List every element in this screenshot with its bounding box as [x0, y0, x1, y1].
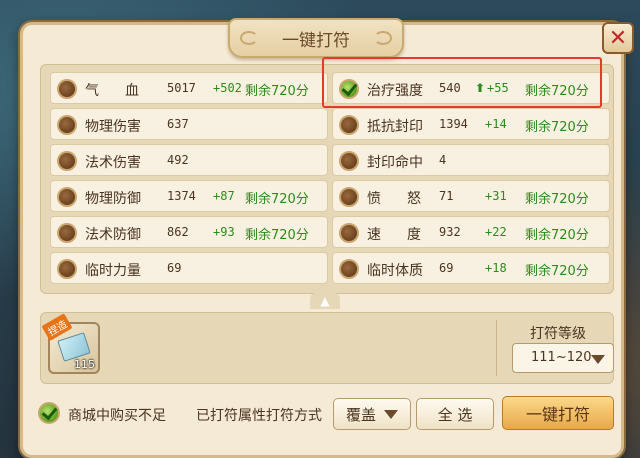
swirl-ornament-icon: [240, 31, 258, 45]
chevron-down-icon: [591, 355, 605, 364]
swirl-ornament-icon: [374, 31, 392, 45]
stat-value: 637: [167, 117, 189, 131]
stat-increase: +22: [485, 225, 507, 239]
stat-name: 速度: [367, 227, 447, 243]
stat-name: 临时力量: [85, 263, 141, 279]
chevron-up-icon: ▲: [320, 294, 330, 308]
stat-remaining: 剩余720分: [245, 228, 309, 243]
dialog-title: 一键打符: [282, 30, 350, 51]
stat-row-temp-str[interactable]: 临时力量 69: [50, 252, 328, 284]
stat-row-magic-def[interactable]: 法术防御 862 +93 剩余720分: [50, 216, 328, 248]
method-label: 已打符属性打符方式: [196, 408, 322, 424]
stat-row-magic-dmg[interactable]: 法术伤害 492: [50, 144, 328, 176]
stat-name: 气血: [85, 83, 165, 99]
stat-radio[interactable]: [57, 115, 77, 135]
divider: [496, 320, 497, 376]
stat-radio[interactable]: [339, 187, 359, 207]
stat-name: 物理伤害: [85, 119, 141, 135]
chevron-down-icon: [384, 409, 398, 419]
stat-increase: +93: [213, 225, 235, 239]
one-click-talisman-button[interactable]: 一键打符: [502, 396, 614, 430]
collapse-toggle[interactable]: ▲: [310, 293, 340, 309]
stat-name: 法术伤害: [85, 155, 141, 171]
stat-value: 1374: [167, 189, 196, 203]
stat-name: 抵抗封印: [367, 119, 423, 135]
stat-remaining: 剩余720分: [525, 228, 589, 243]
stat-increase: +14: [485, 117, 507, 131]
stat-radio[interactable]: [339, 115, 359, 135]
stat-row-rage[interactable]: 愤怒 71 +31 剩余720分: [332, 180, 610, 212]
stat-radio[interactable]: [339, 223, 359, 243]
stat-name: 法术防御: [85, 227, 141, 243]
stat-radio[interactable]: [339, 151, 359, 171]
method-value: 覆盖: [345, 405, 376, 424]
stat-row-seal-hit[interactable]: 封印命中 4: [332, 144, 610, 176]
stat-value: 71: [439, 189, 454, 203]
method-dropdown[interactable]: 覆盖: [333, 398, 411, 430]
select-all-label: 全 选: [437, 405, 473, 424]
stat-remaining: 剩余720分: [245, 192, 309, 207]
stat-row-phys-def[interactable]: 物理防御 1374 +87 剩余720分: [50, 180, 328, 212]
select-all-button[interactable]: 全 选: [416, 398, 494, 430]
level-dropdown[interactable]: 111~120: [512, 343, 614, 373]
stat-radio[interactable]: [57, 187, 77, 207]
stat-value: 492: [167, 153, 189, 167]
shop-buy-checkbox[interactable]: [38, 402, 60, 424]
stat-remaining: 剩余720分: [245, 84, 309, 99]
stat-row-temp-con[interactable]: 临时体质 69 +18 剩余720分: [332, 252, 610, 284]
stat-row-seal-resist[interactable]: 抵抗封印 1394 +14 剩余720分: [332, 108, 610, 140]
stat-increase: +18: [485, 261, 507, 275]
stat-name: 愤怒: [367, 191, 447, 207]
stat-value: 932: [439, 225, 461, 239]
stat-increase: +87: [213, 189, 235, 203]
stat-value: 69: [439, 261, 454, 275]
stat-radio[interactable]: [57, 259, 77, 279]
stat-row-speed[interactable]: 速度 932 +22 剩余720分: [332, 216, 610, 248]
confirm-label: 一键打符: [525, 405, 590, 424]
stat-radio[interactable]: [57, 223, 77, 243]
stat-increase: +31: [485, 189, 507, 203]
stat-row-hp[interactable]: 气血 5017 +502 剩余720分: [50, 72, 328, 104]
level-label: 打符等级: [530, 326, 586, 342]
stat-value: 1394: [439, 117, 468, 131]
close-icon: ✕: [608, 25, 628, 51]
stat-increase: +502: [213, 81, 242, 95]
stat-value: 69: [167, 261, 182, 275]
stat-radio[interactable]: [57, 151, 77, 171]
highlight-annotation: [322, 57, 602, 108]
dialog-title-plate: 一键打符: [228, 18, 404, 58]
stat-row-phys-dmg[interactable]: 物理伤害 637: [50, 108, 328, 140]
stat-name: 临时体质: [367, 263, 423, 279]
stat-name: 物理防御: [85, 191, 141, 207]
stat-remaining: 剩余720分: [525, 120, 589, 135]
talisman-item-slot[interactable]: 捏造 115: [41, 313, 100, 374]
stat-remaining: 剩余720分: [525, 264, 589, 279]
stat-remaining: 剩余720分: [525, 192, 589, 207]
shop-check-label: 商城中购买不足: [68, 408, 166, 424]
stat-value: 5017: [167, 81, 196, 95]
close-button[interactable]: ✕: [602, 22, 634, 54]
stat-radio[interactable]: [57, 79, 77, 99]
item-count: 115: [74, 358, 95, 371]
stat-value: 4: [439, 153, 447, 167]
stat-radio[interactable]: [339, 259, 359, 279]
stat-value: 862: [167, 225, 189, 239]
level-value: 111~120: [531, 350, 592, 365]
stat-name: 封印命中: [367, 155, 423, 171]
